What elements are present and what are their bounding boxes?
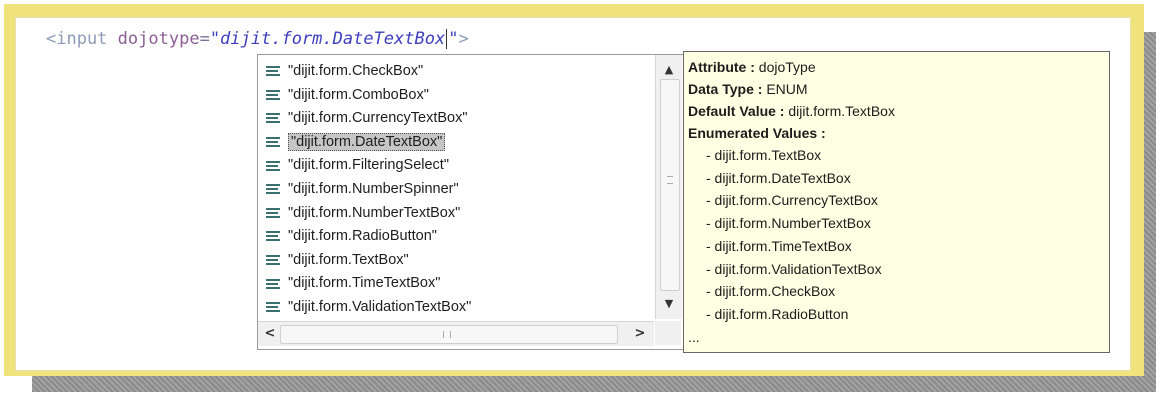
completion-item-label: "dijit.form.ComboBox"	[288, 86, 429, 103]
code-value-quote: "	[448, 29, 459, 49]
grip-icon	[667, 176, 673, 184]
completion-item-label: "dijit.form.DateTextBox"	[288, 132, 446, 151]
more-ellipsis: ...	[688, 329, 700, 345]
completion-item-label: "dijit.form.TimeTextBox"	[288, 275, 441, 292]
completion-item[interactable]: "dijit.form.RadioButton"	[266, 225, 437, 247]
enum-value-icon	[266, 113, 280, 124]
code-value: "dijit.form.DateTextBox	[209, 29, 446, 49]
completion-item-label: "dijit.form.NumberTextBox"	[288, 204, 461, 221]
enum-value-icon	[266, 254, 280, 265]
completion-list[interactable]: "dijit.form.CheckBox" "dijit.form.ComboBo…	[257, 54, 684, 350]
attribute-value: dojoType	[758, 59, 816, 75]
enum-value-icon	[266, 231, 280, 242]
scroll-up-icon[interactable]: ▲	[659, 61, 679, 79]
enum-value-icon	[266, 278, 280, 289]
enum-value-icon	[266, 160, 280, 171]
attribute-row: Attribute : dojoType	[688, 56, 816, 78]
data-type-value: ENUM	[766, 81, 808, 97]
enum-value-icon	[266, 66, 280, 77]
completion-item[interactable]: "dijit.form.ComboBox"	[266, 84, 429, 106]
completion-item[interactable]: "dijit.form.NumberTextBox"	[266, 202, 460, 224]
grip-icon	[443, 331, 451, 338]
completion-item[interactable]: "dijit.form.FilteringSelect"	[266, 154, 449, 176]
completion-item[interactable]: "dijit.form.NumberSpinner"	[266, 178, 459, 200]
code-tag: <input	[46, 29, 108, 49]
code-line[interactable]: <input dojotype="dijit.form.DateTextBox "…	[46, 26, 469, 52]
completion-item[interactable]: "dijit.form.DateTextBox"	[266, 131, 446, 153]
default-value-label: Default Value :	[688, 103, 785, 119]
default-value: dijit.form.TextBox	[788, 103, 895, 119]
data-type-label: Data Type :	[688, 81, 763, 97]
scroll-down-icon[interactable]: ▼	[659, 295, 679, 313]
code-attribute: dojotype	[117, 29, 200, 49]
info-popup: Attribute : dojoType Data Type : ENUM De…	[683, 51, 1110, 353]
enum-value-icon	[266, 184, 280, 195]
enumerated-value: - dijit.form.DateTextBox	[706, 169, 851, 186]
enumerated-values-heading: Enumerated Values :	[688, 122, 826, 144]
vertical-scroll-thumb[interactable]	[660, 79, 680, 291]
enumerated-values-label: Enumerated Values :	[688, 125, 826, 141]
completion-item-label: "dijit.form.FilteringSelect"	[288, 157, 449, 174]
data-type-row: Data Type : ENUM	[688, 78, 808, 100]
completion-item-label: "dijit.form.CheckBox"	[288, 63, 424, 79]
scroll-left-icon[interactable]: <	[260, 324, 280, 344]
completion-item[interactable]: "dijit.form.TimeTextBox"	[266, 272, 440, 294]
enumerated-value: - dijit.form.ValidationTextBox	[706, 260, 882, 277]
enum-value-icon	[266, 302, 280, 313]
enumerated-value: - dijit.form.CheckBox	[706, 283, 836, 300]
completion-item-label: "dijit.form.RadioButton"	[288, 228, 437, 245]
enum-value-icon	[266, 89, 280, 100]
completion-list-items: "dijit.form.CheckBox" "dijit.form.ComboBo…	[258, 57, 654, 317]
completion-item-label: "dijit.form.TextBox"	[288, 251, 409, 268]
enumerated-value: - dijit.form.CurrencyTextBox	[706, 192, 878, 209]
attribute-label: Attribute :	[688, 59, 755, 75]
completion-item-label: "dijit.form.NumberSpinner"	[288, 181, 459, 197]
enumerated-value: - dijit.form.NumberTextBox	[706, 215, 871, 232]
enum-value-icon	[266, 207, 280, 218]
completion-item[interactable]: "dijit.form.CheckBox"	[266, 60, 423, 82]
enumerated-value: - dijit.form.TimeTextBox	[706, 237, 852, 254]
scroll-right-icon[interactable]: >	[630, 324, 650, 344]
completion-item[interactable]: "dijit.form.CurrencyTextBox"	[266, 107, 468, 129]
horizontal-scroll-thumb[interactable]	[280, 325, 618, 344]
resize-grip-icon[interactable]	[655, 321, 681, 345]
completion-item[interactable]: "dijit.form.TextBox"	[266, 249, 409, 271]
horizontal-scrollbar[interactable]: < >	[258, 321, 654, 346]
vertical-scrollbar[interactable]: ▲ ▼	[655, 55, 682, 319]
enum-value-icon	[266, 136, 280, 147]
completion-item-label: "dijit.form.ValidationTextBox"	[288, 299, 472, 315]
default-value-row: Default Value : dijit.form.TextBox	[688, 100, 895, 122]
code-tag-close: >	[458, 29, 469, 49]
enumerated-value: - dijit.form.TextBox	[706, 147, 822, 163]
completion-item[interactable]: "dijit.form.ValidationTextBox"	[266, 296, 471, 318]
enumerated-value: - dijit.form.RadioButton	[706, 305, 849, 322]
code-equals: =	[199, 29, 210, 49]
completion-item-label: "dijit.form.CurrencyTextBox"	[288, 110, 468, 127]
